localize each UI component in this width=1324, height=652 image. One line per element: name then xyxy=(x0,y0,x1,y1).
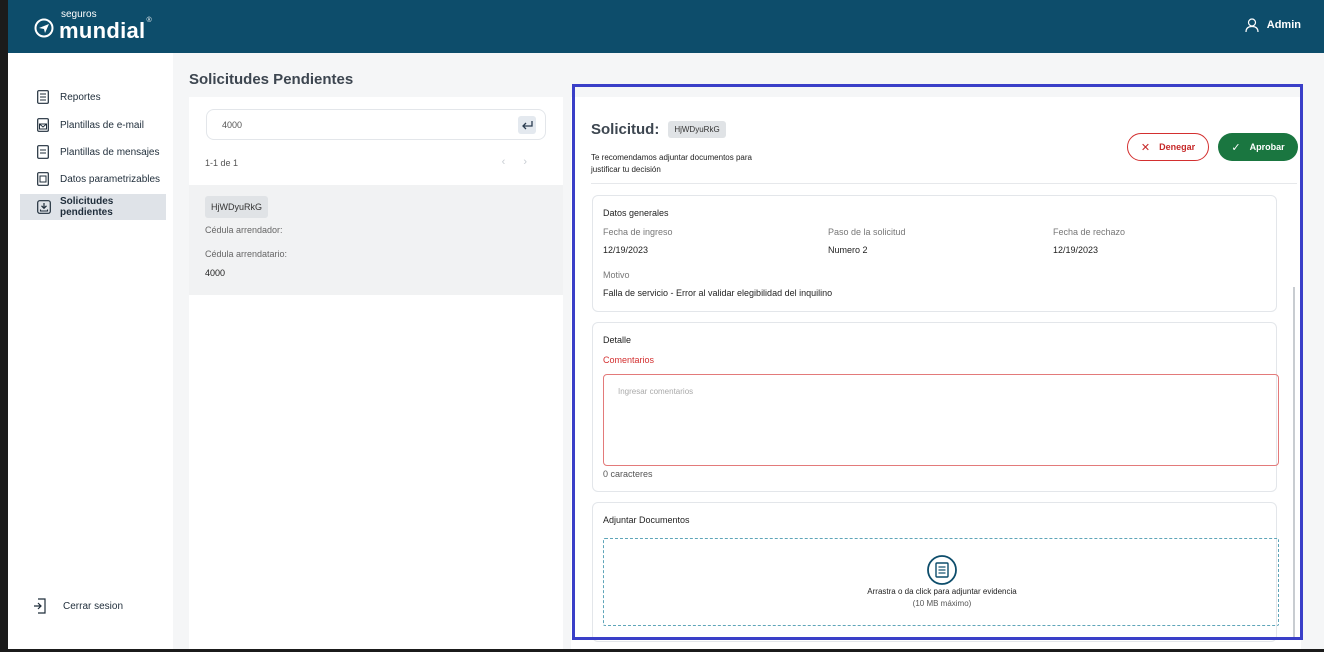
comments-textarea[interactable]: Ingresar comentarios xyxy=(603,374,1279,466)
step-label: Paso de la solicitud xyxy=(828,227,906,237)
request-code-badge: HjWDyuRkG xyxy=(205,196,268,218)
user-name: Admin xyxy=(1266,19,1301,31)
detail-card: Detalle Comentarios Ingresar comentarios… xyxy=(592,322,1279,492)
pagination-arrows: ‹› xyxy=(502,156,545,168)
search-input[interactable]: 4000 xyxy=(206,109,546,140)
reject-date-value: 12/19/2023 xyxy=(1053,245,1099,255)
search-value: 4000 xyxy=(222,119,243,130)
character-counter: 0 caracteres xyxy=(603,469,653,479)
decision-hint: Te recomendamos adjuntar documentos para… xyxy=(591,153,752,174)
entry-date-value: 12/19/2023 xyxy=(603,245,649,255)
data-icon xyxy=(37,172,51,186)
dropzone-instructions: Arrastra o da click para adjuntar eviden… xyxy=(867,587,1017,596)
user-menu[interactable]: Admin xyxy=(1245,18,1301,32)
card-title: Datos generales xyxy=(603,208,669,218)
pending-requests-icon xyxy=(37,200,51,214)
reason-value: Falla de servicio - Error al validar ele… xyxy=(603,288,833,298)
report-icon xyxy=(37,90,51,104)
check-icon: ✓ xyxy=(1231,141,1241,154)
top-bar: seguros mundial ® Admin xyxy=(8,0,1324,53)
logout-button[interactable]: Cerrar sesion xyxy=(33,598,123,614)
pagination-info: 1-1 de 1 xyxy=(205,158,239,168)
sidebar-item-plantillas-mensajes[interactable]: Plantillas de mensajes xyxy=(20,139,166,165)
brand-logo[interactable]: seguros mundial ® xyxy=(34,10,152,42)
approve-button[interactable]: ✓ Aprobar xyxy=(1218,133,1298,161)
request-detail-panel: Solicitud: HjWDyuRkG Te recomendamos adj… xyxy=(571,97,1301,649)
tenant-id-value: 4000 xyxy=(205,268,226,278)
close-icon: ✕ xyxy=(1140,141,1151,154)
sidebar-item-label: Plantillas de mensajes xyxy=(60,146,160,158)
entry-date-label: Fecha de ingreso xyxy=(603,227,673,237)
message-template-icon xyxy=(37,145,51,159)
email-template-icon xyxy=(37,118,51,132)
requests-list-panel: 4000 1-1 de 1 ‹› HjWDyuRkG Cédula arrend… xyxy=(189,97,563,649)
comments-placeholder: Ingresar comentarios xyxy=(618,387,694,396)
brand-registered-mark: ® xyxy=(146,17,152,24)
deny-label: Denegar xyxy=(1159,142,1196,152)
logout-icon xyxy=(33,598,47,614)
comments-label: Comentarios xyxy=(603,355,655,365)
chevron-left-icon[interactable]: ‹ xyxy=(502,156,524,168)
document-upload-icon xyxy=(927,555,957,585)
dropzone-size-limit: (10 MB máximo) xyxy=(912,599,972,608)
sidebar: Reportes Plantillas de e-mail Plantillas… xyxy=(8,53,173,649)
sidebar-item-label: Datos parametrizables xyxy=(60,173,161,185)
sidebar-item-plantillas-email[interactable]: Plantillas de e-mail xyxy=(20,112,166,138)
sidebar-item-solicitudes-pendientes[interactable]: Solicitudes pendientes xyxy=(20,194,166,220)
sidebar-item-label: Reportes xyxy=(60,91,101,103)
attach-documents-card: Adjuntar Documentos Arrastra o da click … xyxy=(592,502,1279,642)
sidebar-item-label: Solicitudes pendientes xyxy=(60,196,114,218)
step-value: Numero 2 xyxy=(828,245,868,255)
card-title: Adjuntar Documentos xyxy=(603,515,690,525)
card-title: Detalle xyxy=(603,335,632,345)
sidebar-item-label: Plantillas de e-mail xyxy=(60,119,144,131)
scrollbar[interactable] xyxy=(1293,287,1295,639)
request-code-badge: HjWDyuRkG xyxy=(668,121,726,138)
chevron-right-icon[interactable]: › xyxy=(523,156,545,168)
approve-label: Aprobar xyxy=(1249,142,1285,152)
file-dropzone[interactable]: Arrastra o da click para adjuntar eviden… xyxy=(603,538,1279,626)
app-window: seguros mundial ® Admin Reportes Plantil… xyxy=(8,0,1324,649)
page-title: Solicitudes Pendientes xyxy=(189,71,354,88)
enter-icon xyxy=(522,121,533,130)
brand-name: mundial xyxy=(59,18,146,43)
sidebar-item-datos-parametrizables[interactable]: Datos parametrizables xyxy=(20,166,166,192)
general-data-card: Datos generales Fecha de ingreso 12/19/2… xyxy=(592,195,1277,312)
user-icon xyxy=(1245,18,1259,32)
tenant-id-label: Cédula arrendatario: xyxy=(205,249,288,259)
divider xyxy=(591,183,1297,184)
request-title: Solicitud: HjWDyuRkG xyxy=(591,121,726,138)
logo-icon xyxy=(34,18,54,38)
reason-label: Motivo xyxy=(603,270,630,280)
search-submit-button[interactable] xyxy=(518,116,536,134)
request-title-text: Solicitud: xyxy=(591,121,660,138)
deny-button[interactable]: ✕ Denegar xyxy=(1127,133,1209,161)
logout-label: Cerrar sesion xyxy=(63,600,124,612)
sidebar-item-reportes[interactable]: Reportes xyxy=(20,84,166,110)
reject-date-label: Fecha de rechazo xyxy=(1053,227,1126,237)
list-item[interactable]: HjWDyuRkG Cédula arrendador: Cédula arre… xyxy=(189,185,563,295)
landlord-id-label: Cédula arrendador: xyxy=(205,225,283,235)
